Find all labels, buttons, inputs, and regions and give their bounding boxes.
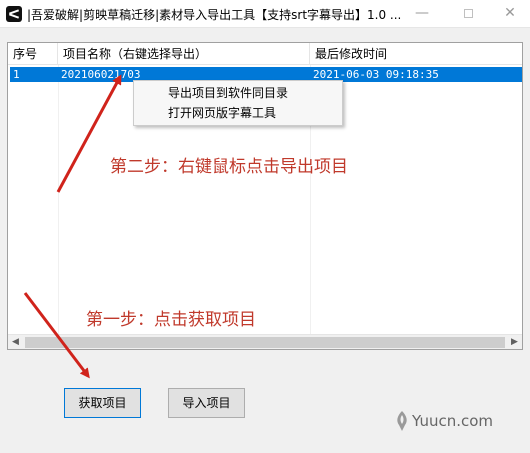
horizontal-scrollbar[interactable]: ◀ ▶ [8, 334, 522, 349]
annotation-step2: 第二步：右键鼠标点击导出项目 [110, 157, 348, 177]
scroll-left-icon[interactable]: ◀ [8, 335, 23, 349]
column-header-project-name[interactable]: 项目名称（右键选择导出） [58, 43, 310, 65]
app-icon [6, 6, 22, 22]
scroll-right-icon[interactable]: ▶ [507, 335, 522, 349]
column-header-modified-time[interactable]: 最后修改时间 [310, 43, 522, 65]
fetch-projects-button[interactable]: 获取项目 [64, 388, 141, 418]
close-button[interactable]: ✕ [488, 0, 530, 28]
maximize-icon [463, 9, 473, 18]
scrollbar-thumb[interactable] [25, 337, 505, 348]
minimize-button[interactable]: — [400, 0, 444, 28]
watermark-logo-icon [397, 411, 407, 431]
column-header-index[interactable]: 序号 [8, 43, 58, 65]
import-project-button[interactable]: 导入项目 [168, 388, 245, 418]
list-header: 序号 项目名称（右键选择导出） 最后修改时间 [8, 43, 522, 65]
watermark-text: Yuucn.com [412, 412, 494, 430]
title-bar: |吾爱破解|剪映草稿迁移|素材导入导出工具【支持srt字幕导出】1.0 ... … [0, 0, 530, 28]
maximize-button[interactable] [446, 0, 490, 28]
window-title: |吾爱破解|剪映草稿迁移|素材导入导出工具【支持srt字幕导出】1.0 ... [27, 8, 402, 22]
menu-item-export-project[interactable]: 导出项目到软件同目录 [134, 83, 342, 103]
annotation-step1: 第一步：点击获取项目 [86, 310, 256, 330]
column-divider [58, 65, 59, 337]
menu-item-open-subtitle-tool[interactable]: 打开网页版字幕工具 [134, 103, 342, 123]
context-menu: 导出项目到软件同目录 打开网页版字幕工具 [133, 80, 343, 126]
row-index: 1 [13, 68, 20, 81]
